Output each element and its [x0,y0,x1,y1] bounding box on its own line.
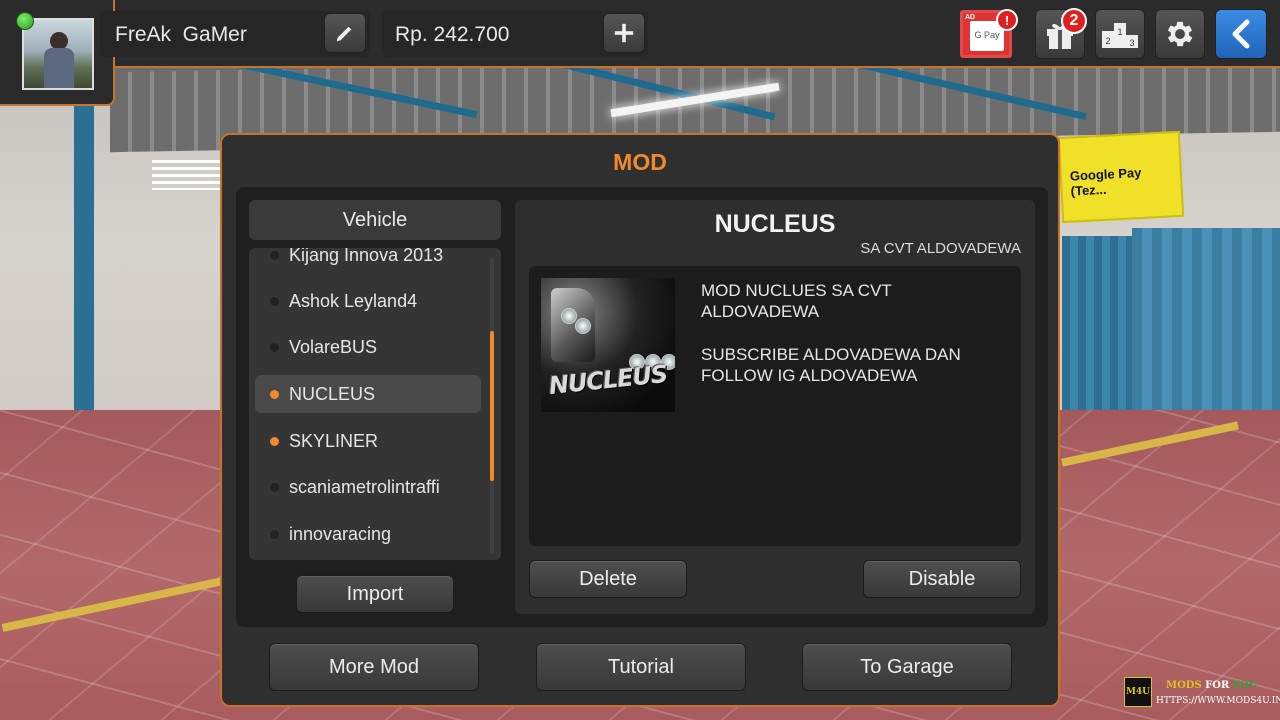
scrollbar-thumb[interactable] [490,331,494,481]
mods4u-watermark: M4U MODS FOR YOU HTTPS://WWW.MODS4U.IN [1124,677,1280,711]
add-money-button[interactable] [603,13,645,53]
wall-vent [152,160,222,190]
status-dot [270,390,279,399]
list-item[interactable]: SKYLINER [255,422,481,460]
watermark-for: FOR [1205,680,1230,691]
podium-icon: 2 1 3 [1102,23,1138,48]
watermark-you: YOU [1232,680,1258,691]
mod-detail-panel: NUCLEUS SA CVT ALDOVADEWA NUCLEUS MOD NU… [515,200,1035,614]
edit-name-button[interactable] [324,13,366,53]
online-status-icon [16,12,34,30]
google-pay-sign: Google Pay (Tez... [1057,130,1185,224]
description-line: MOD NUCLUES SA CVT ALDOVADEWA [701,281,892,321]
status-dot [270,437,279,446]
mod-dialog: MOD Vehicle Kijang Innova 2013 Ashok Ley… [220,133,1060,707]
status-dot [270,530,279,539]
more-mod-button[interactable]: More Mod [269,643,479,691]
tutorial-button[interactable]: Tutorial [536,643,746,691]
svg-text:3: 3 [1129,38,1134,48]
settings-button[interactable] [1155,9,1205,59]
money-amount: Rp. 242.700 [395,23,510,46]
mods4u-logo: M4U [1124,677,1152,707]
gpay-alert-badge: ! [996,9,1018,31]
watermark-title: MODS FOR YOU [1166,680,1257,691]
list-item[interactable]: Kijang Innova 2013 [255,248,481,274]
list-item[interactable]: scaniametrolintraffi [255,468,481,506]
list-item-label: VolareBUS [289,336,378,357]
list-item-label: SKYLINER [289,430,379,451]
garage-door [1062,236,1132,416]
player-name: FreAk GaMer [115,23,247,46]
mod-list[interactable]: Kijang Innova 2013 Ashok Leyland4 Volare… [249,248,501,560]
description-line: SUBSCRIBE ALDOVADEWA DAN FOLLOW IG ALDOV… [701,345,961,385]
plus-icon [614,23,634,43]
status-dot [270,343,279,352]
watermark-url: HTTPS://WWW.MODS4U.IN [1156,696,1280,706]
watermark-mods: MODS [1166,680,1202,691]
back-button[interactable] [1215,9,1267,59]
list-item-label: Kijang Innova 2013 [289,248,444,265]
chevron-left-icon [1232,19,1250,49]
thumbnail-logo-text: NUCLEUS [547,359,669,401]
svg-text:2: 2 [1105,36,1110,46]
profile-panel [0,0,115,106]
gift-count-badge: 2 [1061,8,1087,34]
garage-door [1132,228,1280,418]
mod-author: SA CVT ALDOVADEWA [860,240,1021,257]
mod-title: NUCLEUS [714,210,836,238]
mod-description-box: NUCLEUS MOD NUCLUES SA CVT ALDOVADEWA SU… [529,266,1021,546]
gear-icon [1167,21,1193,47]
avatar-body [44,48,74,88]
leaderboard-button[interactable]: 2 1 3 [1095,9,1145,59]
dialog-content: Vehicle Kijang Innova 2013 Ashok Leyland… [236,187,1048,627]
list-item[interactable]: innovaracing [255,515,481,553]
dialog-title: MOD [613,149,667,175]
pillar [74,100,94,450]
status-dot [270,483,279,492]
list-item-label: innovaracing [289,523,392,544]
status-dot [270,251,279,260]
list-item[interactable]: Ashok Leyland4 [255,282,481,320]
list-scrollbar[interactable] [490,258,494,554]
list-item[interactable]: VolareBUS [255,328,481,366]
pencil-icon [336,25,352,42]
disable-button[interactable]: Disable [863,560,1021,598]
list-item-selected[interactable]: NUCLEUS [255,375,481,413]
delete-button[interactable]: Delete [529,560,687,598]
mod-thumbnail: NUCLEUS [541,278,675,412]
mod-description: MOD NUCLUES SA CVT ALDOVADEWA SUBSCRIBE … [701,280,1011,386]
ad-label: AD [965,14,976,21]
svg-text:1: 1 [1117,27,1122,37]
to-garage-button[interactable]: To Garage [802,643,1012,691]
status-dot [270,297,279,306]
import-button[interactable]: Import [296,575,454,613]
vehicle-category-tab[interactable]: Vehicle [249,200,501,240]
list-item-label: Ashok Leyland4 [289,290,418,311]
headlight-shape [575,318,591,334]
list-item-label: scaniametrolintraffi [289,476,440,497]
avatar[interactable] [22,18,94,90]
headlight-shape [561,308,577,324]
list-item-label: NUCLEUS [289,383,376,404]
